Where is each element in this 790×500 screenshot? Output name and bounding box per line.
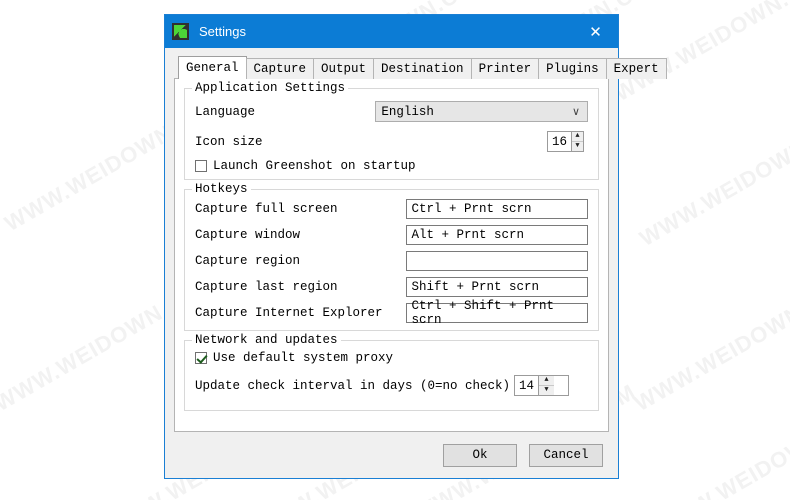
title-bar: Settings ✕ — [165, 15, 618, 48]
hotkey-label-last-region: Capture last region — [195, 280, 338, 294]
hotkey-row: Capture full screen Ctrl + Prnt scrn — [195, 199, 588, 219]
hotkey-label-window: Capture window — [195, 228, 301, 242]
hotkey-input-full-screen[interactable]: Ctrl + Prnt scrn — [406, 199, 588, 219]
proxy-label: Use default system proxy — [213, 351, 394, 365]
hotkey-input-region[interactable] — [406, 251, 588, 271]
tab-general[interactable]: General — [178, 56, 247, 79]
network-updates-legend: Network and updates — [192, 333, 341, 347]
watermark-text: WWW.WEIDOWN.COM — [650, 394, 790, 500]
update-interval-spin-buttons[interactable]: ▲ ▼ — [538, 376, 555, 395]
watermark-text: WWW.WEIDOWN.COM — [610, 0, 790, 107]
icon-size-stepper[interactable]: 16 ▲ ▼ — [547, 131, 584, 152]
tab-strip: General Capture Output Destination Print… — [174, 56, 667, 79]
network-updates-group: Network and updates Use default system p… — [184, 333, 599, 411]
language-value: English — [381, 104, 434, 119]
hotkey-input-last-region[interactable]: Shift + Prnt scrn — [406, 277, 588, 297]
tab-panel-general: Application Settings Language English ∨ … — [174, 78, 609, 432]
application-settings-group: Application Settings Language English ∨ … — [184, 81, 599, 180]
settings-dialog: Settings ✕ General Capture Output Destin… — [164, 14, 667, 479]
close-icon[interactable]: ✕ — [573, 15, 618, 48]
screenshot-canvas: WWW.WEIDOWN.COM WWW.WEIDOWN.COM WWW.WEIDOW… — [0, 0, 790, 500]
hotkeys-legend: Hotkeys — [192, 182, 251, 196]
hotkey-input-internet-explorer[interactable]: Ctrl + Shift + Prnt scrn — [406, 299, 588, 327]
tab-capture[interactable]: Capture — [245, 58, 315, 79]
spin-up-icon[interactable]: ▲ — [539, 376, 555, 386]
icon-size-label: Icon size — [195, 134, 263, 149]
hotkey-row: Capture window Alt + Prnt scrn — [195, 225, 588, 245]
proxy-row[interactable]: Use default system proxy — [195, 351, 588, 365]
window-title: Settings — [199, 24, 246, 39]
spin-down-icon[interactable]: ▼ — [539, 386, 554, 395]
tab-output[interactable]: Output — [313, 58, 375, 79]
update-interval-value: 14 — [519, 378, 535, 393]
application-settings-legend: Application Settings — [192, 81, 349, 95]
icon-size-spin-buttons[interactable]: ▲ ▼ — [571, 132, 583, 151]
spin-down-icon[interactable]: ▼ — [572, 142, 583, 151]
update-interval-stepper[interactable]: 14 ▲ ▼ — [514, 375, 569, 396]
tab-expert[interactable]: Expert — [605, 58, 667, 79]
dialog-body: General Capture Output Destination Print… — [165, 48, 667, 432]
ok-button[interactable]: Ok — [443, 443, 517, 467]
hotkey-row: Capture last region Shift + Prnt scrn — [195, 277, 588, 297]
chevron-down-icon: ∨ — [571, 106, 580, 118]
watermark-text: WWW.WEIDOWN.COM — [635, 104, 790, 252]
hotkey-label-full-screen: Capture full screen — [195, 202, 338, 216]
tab-destination[interactable]: Destination — [373, 58, 472, 79]
launch-startup-label: Launch Greenshot on startup — [213, 159, 416, 173]
update-interval-label: Update check interval in days (0=no chec… — [195, 378, 511, 393]
spin-up-icon[interactable]: ▲ — [572, 132, 583, 142]
tab-printer[interactable]: Printer — [470, 58, 540, 79]
hotkey-input-window[interactable]: Alt + Prnt scrn — [406, 225, 588, 245]
language-label: Language — [195, 104, 256, 119]
dialog-footer: Ok Cancel — [165, 432, 618, 478]
language-row: Language English ∨ — [195, 101, 588, 122]
launch-startup-row[interactable]: Launch Greenshot on startup — [195, 159, 588, 173]
greenshot-icon — [172, 23, 189, 40]
language-select[interactable]: English ∨ — [375, 101, 588, 122]
proxy-checkbox[interactable] — [195, 352, 207, 364]
hotkeys-group: Hotkeys Capture full screen Ctrl + Prnt … — [184, 182, 599, 331]
hotkey-label-internet-explorer: Capture Internet Explorer — [195, 306, 383, 320]
hotkey-row: Capture Internet Explorer Ctrl + Shift +… — [195, 299, 588, 327]
watermark-text: WWW.WEIDOWN.COM — [630, 269, 790, 417]
hotkey-row: Capture region — [195, 251, 588, 271]
icon-size-row: Icon size 16 ▲ ▼ — [195, 131, 588, 152]
tab-plugins[interactable]: Plugins — [538, 58, 607, 79]
hotkey-label-region: Capture region — [195, 254, 301, 268]
icon-size-value: 16 — [552, 134, 568, 149]
cancel-button[interactable]: Cancel — [529, 443, 603, 467]
launch-startup-checkbox[interactable] — [195, 160, 207, 172]
update-interval-row: Update check interval in days (0=no chec… — [195, 375, 588, 396]
